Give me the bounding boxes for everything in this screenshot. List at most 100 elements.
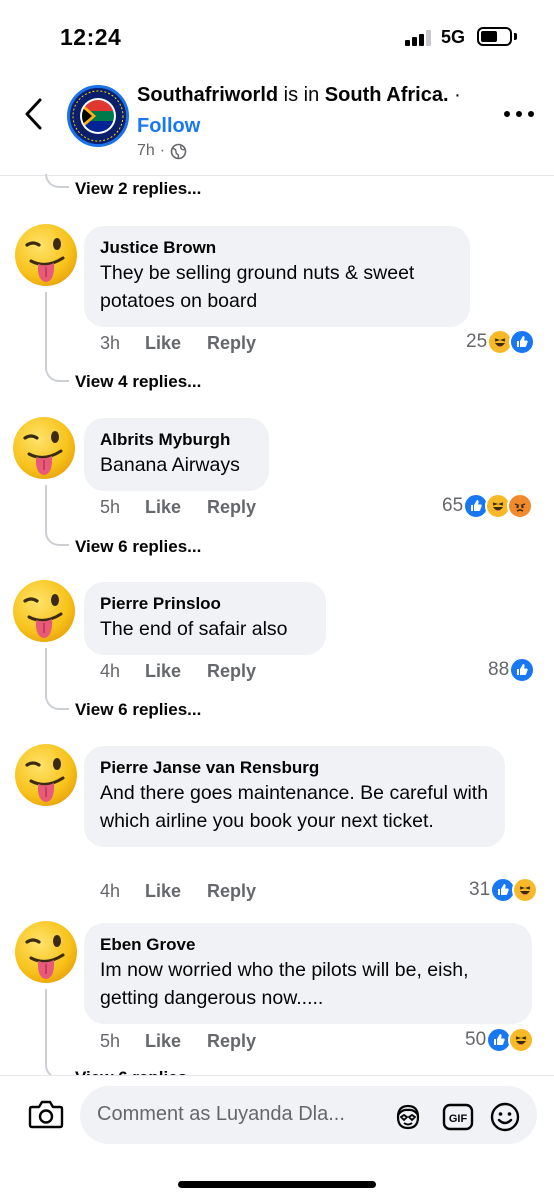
like-button[interactable]: Like [145,881,181,902]
comment-actions: 5h Like Reply [100,1031,282,1052]
comment-composer: Comment as Luyanda Dla... GIF [0,1075,554,1199]
reaction-count: 65 [442,495,464,516]
more-options-button[interactable] [504,108,536,120]
reply-button[interactable]: Reply [207,1031,256,1052]
gif-icon: GIF [442,1103,474,1131]
comment-text: And there goes maintenance. Be careful w… [100,782,489,832]
reaction-count: 50 [465,1029,487,1050]
reaction-count: 88 [488,659,510,680]
reply-button[interactable]: Reply [207,881,256,902]
winking-face-tongue-icon [15,744,77,806]
comment-time[interactable]: 4h [100,881,145,902]
meta-separator: · [159,142,166,159]
like-button[interactable]: Like [145,497,181,518]
comment-author[interactable]: Pierre Prinsloo [100,593,310,615]
thread-connector [45,680,69,710]
comment-text: They be selling ground nuts & sweet pota… [100,262,415,312]
comment-actions: 4h Like Reply [100,881,282,902]
like-button[interactable]: Like [145,1031,181,1052]
reaction-summary[interactable]: 31 [469,877,539,903]
angry-reaction-icon [507,493,534,519]
like-reaction-icon [509,657,536,683]
view-replies-link[interactable]: View 2 replies... [75,179,201,199]
like-button[interactable]: Like [145,333,181,354]
thread-line [45,485,47,516]
winking-tongue-emoji-avatar[interactable] [9,577,79,647]
winking-face-tongue-icon [15,224,77,286]
comment-author[interactable]: Albrits Myburgh [100,429,253,451]
post-age[interactable]: 7h [137,142,155,160]
camera-button[interactable] [28,1098,64,1130]
thread-connector [45,352,69,382]
avatar-sticker-button[interactable] [392,1101,424,1133]
page-avatar[interactable] [67,85,129,147]
signal-icon [405,30,433,46]
comment-bubble[interactable]: Pierre Janse van Rensburg And there goes… [84,746,505,847]
winking-face-tongue-icon [13,580,75,642]
reply-button[interactable]: Reply [207,661,256,682]
comment-bubble[interactable]: Eben Grove Im now worried who the pilots… [84,923,532,1024]
comment-time[interactable]: 3h [100,333,145,354]
gif-button[interactable]: GIF [442,1101,474,1133]
chevron-left-icon [25,98,42,130]
view-replies-link[interactable]: View 6 replies... [75,537,201,557]
follow-button[interactable]: Follow [137,115,200,138]
comment-actions: 5h Like Reply [100,497,282,518]
post-header: Southafriworld is in South Africa. · Fol… [0,70,554,176]
globe-icon [170,143,187,159]
battery-tip [514,33,517,40]
winking-tongue-emoji-avatar[interactable] [11,221,81,291]
reaction-count: 31 [469,879,491,900]
comment-input[interactable]: Comment as Luyanda Dla... GIF [80,1086,537,1144]
comment-author[interactable]: Justice Brown [100,237,454,259]
thread-line [45,292,47,352]
comment-bubble[interactable]: Albrits Myburgh Banana Airways [84,418,269,491]
emoji-icon [490,1102,520,1132]
reaction-summary[interactable]: 65 [442,493,534,519]
comment-text: Im now worried who the pilots will be, e… [100,959,469,1009]
reaction-summary[interactable]: 88 [488,657,536,683]
view-replies-link[interactable]: View 4 replies... [75,372,201,392]
comment-bubble[interactable]: Pierre Prinsloo The end of safair also [84,582,326,655]
haha-reaction-icon [512,877,539,903]
reaction-count: 25 [466,331,488,352]
comment-actions: 3h Like Reply [100,333,282,354]
status-time: 12:24 [60,24,122,50]
reaction-summary[interactable]: 25 [466,329,536,355]
winking-tongue-emoji-avatar[interactable] [11,741,81,811]
thread-line [45,989,47,1049]
back-button[interactable] [20,94,50,134]
network-label: 5G [441,27,466,47]
south-africa-flag-logo [70,88,126,144]
reply-button[interactable]: Reply [207,497,256,518]
comment-time[interactable]: 5h [100,1031,145,1052]
reaction-summary[interactable]: 50 [465,1027,535,1053]
thread-connector [45,516,69,546]
location-link[interactable]: South Africa. [325,84,449,106]
emoji-button[interactable] [489,1101,521,1133]
camera-icon [28,1100,64,1129]
comment-actions: 4h Like Reply [100,661,282,682]
comment-text: The end of safair also [100,618,288,640]
winking-face-tongue-icon [15,921,77,983]
page-name-link[interactable]: Southafriworld [137,84,278,106]
status-bar: 12:24 5G [0,0,554,70]
comment-placeholder: Comment as Luyanda Dla... [97,1103,345,1125]
comment-bubble[interactable]: Justice Brown They be selling ground nut… [84,226,470,327]
like-button[interactable]: Like [145,661,181,682]
post-meta: 7h · [137,142,187,160]
home-indicator[interactable] [178,1181,376,1188]
comment-author[interactable]: Pierre Janse van Rensburg [100,757,489,779]
comment-time[interactable]: 5h [100,497,145,518]
location-suffix: · [448,84,461,106]
location-prefix: is in [278,84,325,106]
battery-icon [477,27,512,46]
winking-tongue-emoji-avatar[interactable] [11,918,81,988]
winking-tongue-emoji-avatar[interactable] [9,414,79,484]
comment-author[interactable]: Eben Grove [100,934,516,956]
view-replies-link[interactable]: View 6 replies... [75,700,201,720]
reply-button[interactable]: Reply [207,333,256,354]
comment-time[interactable]: 4h [100,661,145,682]
thread-connector [45,174,69,188]
post-header-title: Southafriworld is in South Africa. · [137,84,461,107]
